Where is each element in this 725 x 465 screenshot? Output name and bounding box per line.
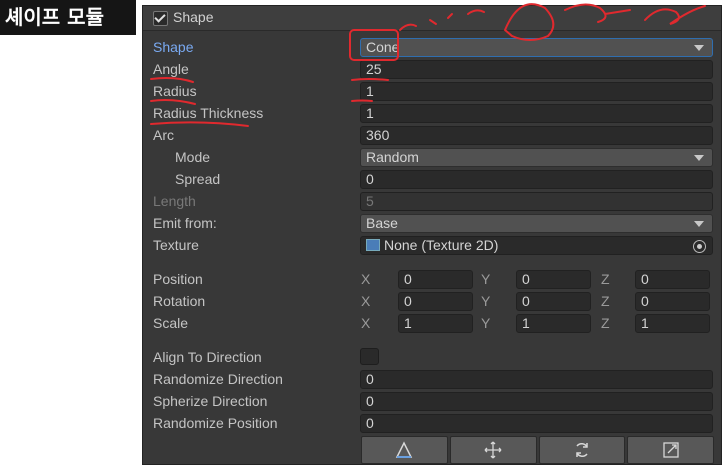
- scale-button[interactable]: [627, 436, 714, 464]
- shape-label: Shape: [153, 39, 194, 55]
- scale-label: Scale: [153, 315, 189, 331]
- arc-label: Arc: [153, 127, 174, 143]
- scale-z-label: Z: [601, 315, 610, 331]
- scale-icon: [662, 442, 679, 458]
- chevron-down-icon: [694, 221, 704, 227]
- rotation-z-label: Z: [601, 293, 610, 309]
- radius-input[interactable]: 1: [360, 82, 713, 101]
- position-y-label: Y: [481, 271, 491, 287]
- emit-from-value: Base: [366, 215, 398, 231]
- randomize-direction-label: Randomize Direction: [153, 371, 283, 387]
- angle-input[interactable]: 25: [360, 60, 713, 79]
- rotation-y-label: Y: [481, 293, 491, 309]
- rotation-label: Rotation: [153, 293, 206, 309]
- angle-label: Angle: [153, 61, 189, 77]
- scale-z-input[interactable]: 1: [635, 314, 710, 333]
- scale-y-label: Y: [481, 315, 491, 331]
- length-label: Length: [153, 193, 196, 209]
- spherize-direction-label: Spherize Direction: [153, 393, 268, 409]
- texture-object-field[interactable]: None (Texture 2D): [360, 236, 713, 255]
- rotation-y-input[interactable]: 0: [516, 292, 591, 311]
- length-input: 5: [360, 192, 713, 211]
- position-y-input[interactable]: 0: [516, 270, 591, 289]
- chevron-down-icon: [694, 155, 704, 161]
- texture-value: None (Texture 2D): [384, 237, 499, 253]
- radius-thickness-label: Radius Thickness: [153, 105, 264, 121]
- scale-x-label: X: [361, 315, 371, 331]
- radius-thickness-input[interactable]: 1: [360, 104, 713, 123]
- randomize-direction-input[interactable]: 0: [360, 370, 713, 389]
- rotate-button[interactable]: [538, 436, 626, 464]
- position-label: Position: [153, 271, 203, 287]
- shape-edit-toolbar: [361, 436, 714, 464]
- texture-label: Texture: [153, 237, 199, 253]
- rotate-icon: [576, 443, 588, 457]
- emit-from-dropdown[interactable]: Base: [360, 214, 713, 233]
- spherize-direction-input[interactable]: 0: [360, 392, 713, 411]
- rotation-x-label: X: [361, 293, 371, 309]
- chevron-down-icon: [694, 45, 704, 51]
- scale-x-input[interactable]: 1: [398, 314, 473, 333]
- module-header[interactable]: Shape: [143, 6, 721, 31]
- rotation-z-input[interactable]: 0: [635, 292, 710, 311]
- randomize-position-input[interactable]: 0: [360, 414, 713, 433]
- move-icon: [484, 441, 502, 459]
- position-z-label: Z: [601, 271, 610, 287]
- texture-icon: [366, 239, 380, 251]
- mode-label: Mode: [175, 149, 211, 165]
- position-x-input[interactable]: 0: [398, 270, 473, 289]
- shape-dropdown[interactable]: Cone: [360, 38, 713, 57]
- module-title: Shape: [173, 9, 214, 25]
- spread-input[interactable]: 0: [360, 170, 713, 189]
- spread-label: Spread: [175, 171, 221, 187]
- position-z-input[interactable]: 0: [635, 270, 710, 289]
- emit-from-label: Emit from:: [153, 215, 217, 231]
- mode-dropdown[interactable]: Random: [360, 148, 713, 167]
- position-x-label: X: [361, 271, 371, 287]
- section-title: 셰이프 모듈: [0, 0, 136, 35]
- arc-input[interactable]: 360: [360, 126, 713, 145]
- shape-module-panel: Shape Shape Cone Angle 25 Radius 1 Radiu…: [142, 5, 722, 465]
- radius-label: Radius: [153, 83, 197, 99]
- rotation-x-input[interactable]: 0: [398, 292, 473, 311]
- edit-shape-button[interactable]: [361, 436, 448, 464]
- align-to-direction-label: Align To Direction: [153, 349, 262, 365]
- edit-shape-icon: [396, 441, 413, 458]
- randomize-position-label: Randomize Position: [153, 415, 278, 431]
- scale-y-input[interactable]: 1: [516, 314, 591, 333]
- mode-value: Random: [366, 149, 419, 165]
- align-to-direction-checkbox[interactable]: [360, 348, 379, 365]
- module-enable-checkbox[interactable]: [153, 11, 168, 26]
- object-picker-icon[interactable]: [693, 240, 706, 253]
- move-button[interactable]: [449, 436, 537, 464]
- shape-value: Cone: [366, 39, 400, 55]
